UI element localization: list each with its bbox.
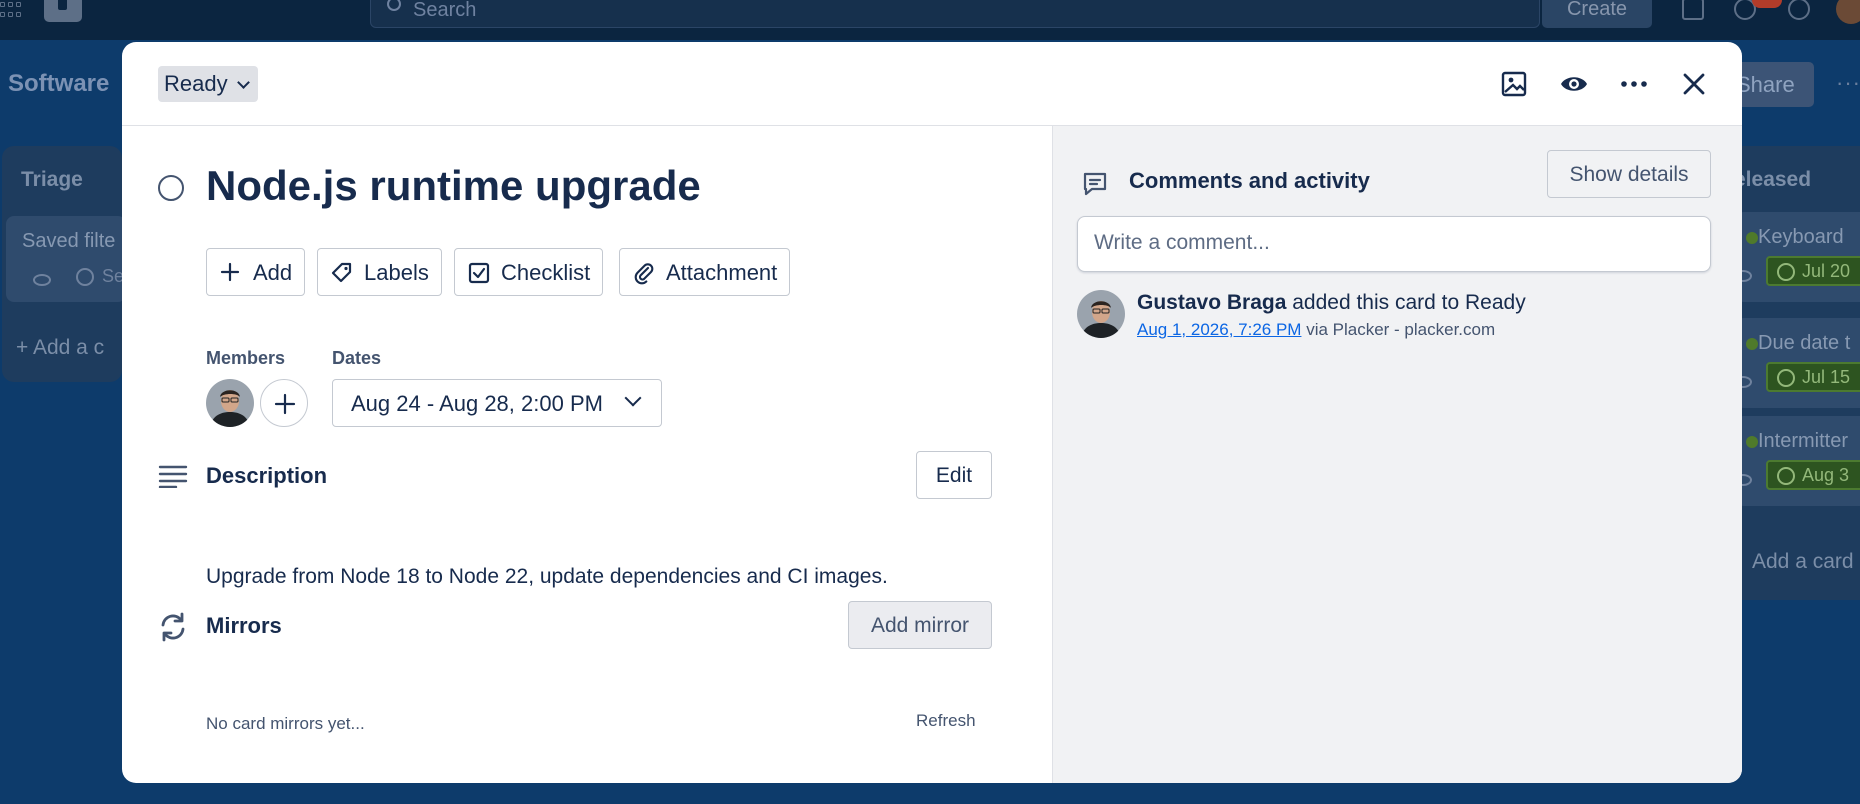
list-card[interactable]: Keyboard Jul 20 xyxy=(1736,212,1860,302)
label-dot xyxy=(1746,232,1758,244)
dates-label: Dates xyxy=(332,348,382,368)
label-dot xyxy=(1746,436,1758,448)
board-title: Software xyxy=(8,70,110,97)
announcements-icon[interactable] xyxy=(1682,0,1704,20)
description-text[interactable]: Upgrade from Node 18 to Node 22, update … xyxy=(206,565,888,589)
chevron-down-icon xyxy=(236,76,250,89)
account-avatar[interactable] xyxy=(1836,0,1860,24)
app-switcher-icon[interactable] xyxy=(0,2,22,18)
card-title: Keyboard xyxy=(1758,226,1844,248)
close-icon[interactable] xyxy=(1678,68,1710,100)
global-search-input[interactable]: Search xyxy=(370,0,1540,28)
create-button[interactable]: Create xyxy=(1542,0,1652,28)
dates-value: Aug 24 - Aug 28, 2:00 PM xyxy=(351,391,603,416)
avatar-image xyxy=(1077,290,1125,338)
clock-icon xyxy=(76,268,94,286)
edit-description-button[interactable]: Edit xyxy=(916,451,992,499)
mirrors-title: Mirrors xyxy=(206,613,282,638)
complete-toggle-icon[interactable] xyxy=(158,175,184,201)
dates-dropdown[interactable]: Aug 24 - Aug 28, 2:00 PM xyxy=(332,379,662,427)
list-card[interactable]: Due date t Jul 15 xyxy=(1736,318,1860,408)
avatar[interactable] xyxy=(206,379,254,427)
activity-source: via Placker - placker.com xyxy=(1306,320,1496,339)
checklist-button[interactable]: Checklist xyxy=(454,248,604,296)
card-title: Saved filte xyxy=(22,230,116,252)
add-card-label: Add a c xyxy=(32,336,105,359)
avatar[interactable] xyxy=(1077,290,1125,338)
list-status-dropdown[interactable]: Ready xyxy=(158,66,258,102)
activity-user[interactable]: Gustavo Braga xyxy=(1137,291,1286,314)
avatar-image xyxy=(206,379,254,427)
members-label: Members xyxy=(206,348,286,368)
activity-meta: Aug 1, 2026, 7:26 PM via Placker - plack… xyxy=(1137,320,1495,340)
card-title[interactable]: Node.js runtime upgrade xyxy=(206,162,701,210)
plus-icon xyxy=(274,393,296,415)
labels-button[interactable]: Labels xyxy=(317,248,442,296)
attachment-button-label: Attachment xyxy=(666,260,778,285)
checklist-icon xyxy=(468,262,490,284)
board-more-icon[interactable]: ··· xyxy=(1836,70,1860,96)
card-title: Due date t xyxy=(1758,332,1851,354)
plus-icon xyxy=(220,262,240,282)
card-title: Intermitter xyxy=(1758,430,1849,452)
card-detail-modal: Ready Node.js runtime upgrade Add Labels… xyxy=(122,42,1742,783)
mirror-sync-icon xyxy=(161,612,185,642)
due-date-chip[interactable]: Jul 15 xyxy=(1766,362,1860,392)
comments-title: Comments and activity xyxy=(1129,168,1370,193)
modal-header: Ready xyxy=(122,42,1742,126)
add-member-button[interactable] xyxy=(260,379,308,427)
watch-icon xyxy=(33,274,51,286)
show-details-button[interactable]: Show details xyxy=(1547,150,1711,198)
app-logo[interactable] xyxy=(44,0,82,22)
watch-icon[interactable] xyxy=(1558,68,1590,100)
tag-icon xyxy=(331,262,352,283)
add-card-link[interactable]: Add a card xyxy=(1752,550,1854,574)
add-button-label: Add xyxy=(253,260,293,285)
comments-icon xyxy=(1083,172,1107,196)
checklist-button-label: Checklist xyxy=(501,260,591,285)
refresh-mirrors-link[interactable]: Refresh xyxy=(916,711,976,731)
list-title: Triage xyxy=(21,168,83,191)
card-main-column: Node.js runtime upgrade Add Labels Check… xyxy=(122,126,1052,783)
add-mirror-button[interactable]: Add mirror xyxy=(848,601,992,649)
activity-entry: Gustavo Braga added this card to Ready xyxy=(1137,291,1526,315)
paperclip-icon xyxy=(634,263,654,285)
card-meta: Se xyxy=(102,266,125,286)
status-label: Ready xyxy=(164,71,228,96)
more-icon[interactable] xyxy=(1618,68,1650,100)
no-mirrors-text: No card mirrors yet... xyxy=(206,714,365,733)
list-card[interactable]: Saved filte Se xyxy=(6,216,126,302)
add-card-link[interactable]: + Add a c xyxy=(16,336,104,360)
list-card[interactable]: Intermitter Aug 3 xyxy=(1736,416,1860,506)
notification-badge xyxy=(1752,0,1782,8)
labels-button-label: Labels xyxy=(364,260,429,285)
due-date-chip[interactable]: Jul 20 xyxy=(1766,256,1860,286)
activity-action: added this card to Ready xyxy=(1292,291,1526,314)
add-button[interactable]: Add xyxy=(206,248,306,296)
description-title: Description xyxy=(206,463,328,488)
list-title: eleased xyxy=(1734,168,1812,191)
chevron-down-icon xyxy=(624,389,642,407)
help-icon[interactable] xyxy=(1788,0,1810,20)
top-navigation-bar: Search Create xyxy=(0,0,1860,40)
comments-panel: Comments and activity Show details Write… xyxy=(1052,126,1742,783)
description-icon xyxy=(158,465,188,488)
cover-image-icon[interactable] xyxy=(1498,68,1530,100)
activity-timestamp-link[interactable]: Aug 1, 2026, 7:26 PM xyxy=(1137,320,1301,339)
due-date-chip[interactable]: Aug 3 xyxy=(1766,460,1860,490)
label-dot xyxy=(1746,338,1758,350)
attachment-button[interactable]: Attachment xyxy=(619,248,791,296)
list-triage: Triage Saved filte Se + Add a c xyxy=(2,146,126,382)
comment-input[interactable]: Write a comment... xyxy=(1077,216,1711,272)
